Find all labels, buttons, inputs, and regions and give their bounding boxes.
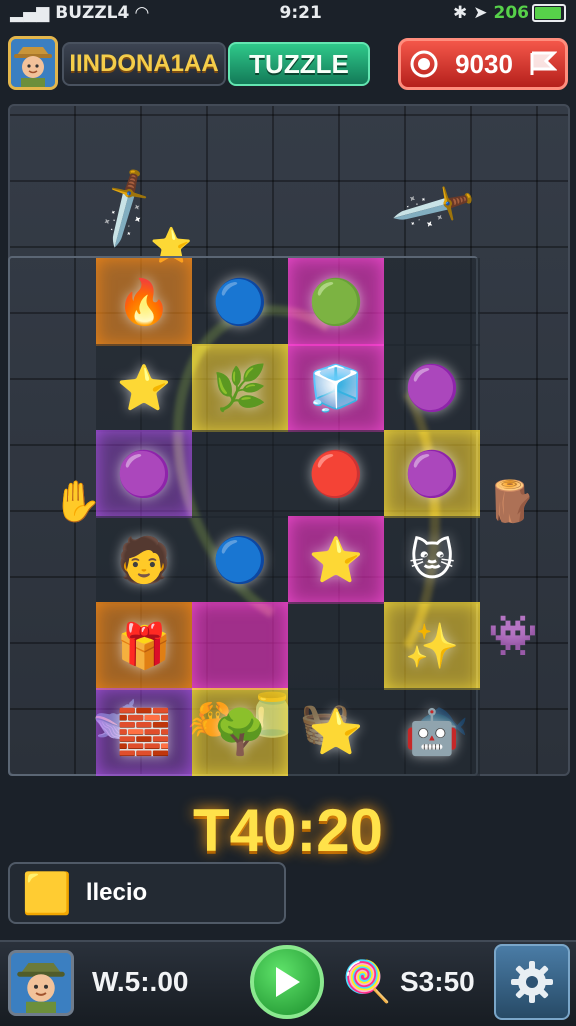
- puzzle-tile[interactable]: 🟣: [384, 344, 480, 432]
- puzzle-tile[interactable]: ⭐: [96, 344, 192, 432]
- player-avatar[interactable]: [8, 36, 58, 90]
- settings-button[interactable]: [494, 944, 570, 1020]
- profile-avatar-button[interactable]: [8, 950, 74, 1016]
- puzzle-tile[interactable]: 🎁: [96, 602, 192, 690]
- tile-piece-icon: 🔴: [308, 449, 364, 500]
- tile-piece-icon: 🟢: [308, 277, 364, 328]
- tile-piece-icon: 🌳: [212, 707, 268, 758]
- explorer-avatar-icon: [11, 39, 55, 87]
- tile-piece-icon: 🧱: [116, 707, 172, 758]
- puzzle-tile[interactable]: 🟣: [96, 430, 192, 518]
- puzzle-tile[interactable]: [192, 602, 288, 690]
- countdown-timer: T40:20: [192, 797, 384, 864]
- gear-icon: [511, 961, 553, 1003]
- tile-piece-icon: ✨: [404, 621, 460, 672]
- spiky-creature-icon: 👾: [488, 613, 538, 659]
- puzzle-tile[interactable]: 🔴: [288, 430, 384, 518]
- tile-piece-icon: 🎁: [116, 621, 172, 672]
- puzzle-tile[interactable]: 🤖: [384, 688, 480, 776]
- left-score: W.5:.00: [92, 966, 189, 997]
- tile-piece-icon: 🔵: [212, 535, 268, 586]
- puzzle-tile[interactable]: 🟢: [288, 258, 384, 346]
- tile-piece-icon: 🔵: [212, 277, 268, 328]
- puzzle-tile[interactable]: 🧱: [96, 688, 192, 776]
- tile-piece-icon: 🤖: [404, 707, 460, 758]
- yellow-creature-icon: 🟨: [22, 871, 72, 916]
- tile-piece-icon: ⭐: [308, 707, 364, 758]
- puzzle-tile[interactable]: 🧑: [96, 516, 192, 604]
- puzzle-tile[interactable]: 🔵: [192, 258, 288, 346]
- tile-piece-icon: 🟣: [116, 449, 172, 500]
- flag-icon: [530, 51, 557, 75]
- clock: 9:21: [279, 3, 322, 23]
- puzzle-tile[interactable]: 🧊: [288, 344, 384, 432]
- right-score: S3:50: [400, 966, 475, 997]
- bluetooth-icon: ✱: [453, 3, 468, 23]
- explorer-avatar-icon: [13, 953, 69, 1013]
- puzzle-tile[interactable]: 🐱: [384, 516, 480, 604]
- tile-piece-icon: 🧑: [116, 535, 172, 586]
- play-button[interactable]: [250, 945, 324, 1019]
- puzzle-tile[interactable]: 🌿: [192, 344, 288, 432]
- puzzle-tile[interactable]: 🌳: [192, 688, 288, 776]
- tile-piece-icon: 🐱: [409, 534, 455, 586]
- game-title: TUZZLE: [228, 42, 370, 86]
- carrier-name: BUZZL4: [55, 3, 130, 23]
- hint-label: llecio: [85, 879, 148, 906]
- location-icon: ➤: [473, 3, 488, 23]
- tile-piece-icon: 🌿: [212, 363, 268, 414]
- puzzle-tile[interactable]: ✨: [384, 602, 480, 690]
- battery-indicator: 206: [493, 3, 566, 23]
- puzzle-grid: 🔥 🔵 🟢 ⭐ 🌿 🧊 🟣 🟣 🔴 🟣 🧑 🔵 ⭐ 🐱 🎁 ✨ 🧱 🌳 ⭐ 🤖: [8, 256, 480, 776]
- ice-pop-icon[interactable]: 🍭: [342, 958, 392, 1005]
- puzzle-tile[interactable]: ⭐: [288, 516, 384, 604]
- timer-button[interactable]: 9030: [398, 38, 568, 90]
- wifi-icon: ◠: [135, 3, 149, 23]
- hint-panel[interactable]: 🟨 llecio: [8, 862, 286, 924]
- tile-piece-icon: 🟣: [404, 363, 460, 414]
- puzzle-tile[interactable]: ⭐: [288, 688, 384, 776]
- puzzle-tile[interactable]: 🟣: [384, 430, 480, 518]
- tile-piece-icon: ⭐: [116, 363, 172, 414]
- tile-piece-icon: 🔥: [116, 277, 172, 328]
- puzzle-tile[interactable]: 🔵: [192, 516, 288, 604]
- puzzle-tile[interactable]: [288, 602, 384, 690]
- battery-icon: [532, 4, 566, 22]
- signal-icon: ▂▄▆: [10, 3, 50, 23]
- puzzle-tile[interactable]: 🔥: [96, 258, 192, 346]
- bottom-bar: W.5:.00 🍭 S3:50: [0, 940, 576, 1026]
- game-header: IINDONA1AA TUZZLE 9030: [8, 36, 570, 92]
- status-bar: ▂▄▆ BUZZL4 ◠ 9:21 ✱ ➤ 206: [0, 0, 576, 26]
- puzzle-tile[interactable]: [192, 430, 288, 518]
- puzzle-tile[interactable]: [384, 258, 480, 346]
- play-icon: [276, 967, 300, 997]
- barrel-piece-icon: 🪵: [486, 479, 536, 525]
- tile-piece-icon: 🧊: [308, 363, 364, 414]
- tile-piece-icon: ⭐: [308, 535, 364, 586]
- timer-value: 9030: [455, 48, 513, 79]
- battery-level: 206: [493, 3, 530, 23]
- clock-icon: [410, 50, 438, 78]
- player-name: IINDONA1AA: [62, 42, 226, 86]
- tile-piece-icon: 🟣: [404, 449, 460, 500]
